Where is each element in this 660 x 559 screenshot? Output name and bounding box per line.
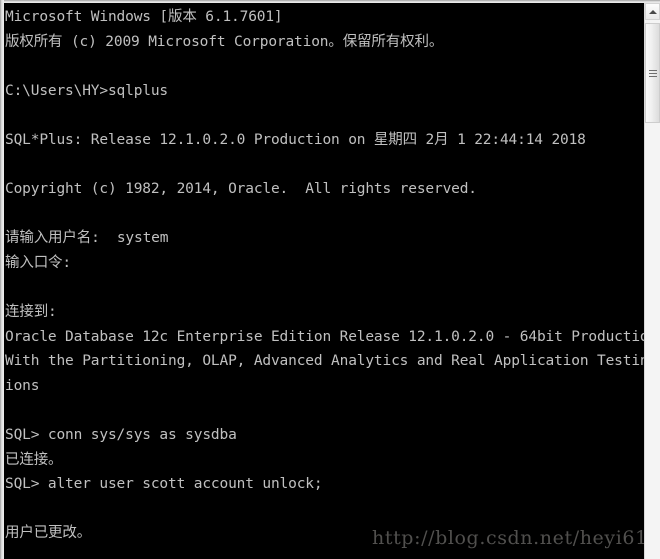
cmd-window: Microsoft Windows [版本 6.1.7601] 版权所有 (c)…	[0, 0, 660, 559]
triangle-up-icon	[648, 9, 657, 14]
vertical-scrollbar[interactable]	[644, 3, 660, 559]
console-output-area[interactable]: Microsoft Windows [版本 6.1.7601] 版权所有 (c)…	[4, 3, 644, 559]
grip-lines-icon	[648, 69, 657, 77]
scrollbar-thumb[interactable]	[645, 23, 660, 123]
console-text: Microsoft Windows [版本 6.1.7601] 版权所有 (c)…	[5, 9, 644, 542]
scroll-up-button[interactable]	[645, 3, 660, 20]
